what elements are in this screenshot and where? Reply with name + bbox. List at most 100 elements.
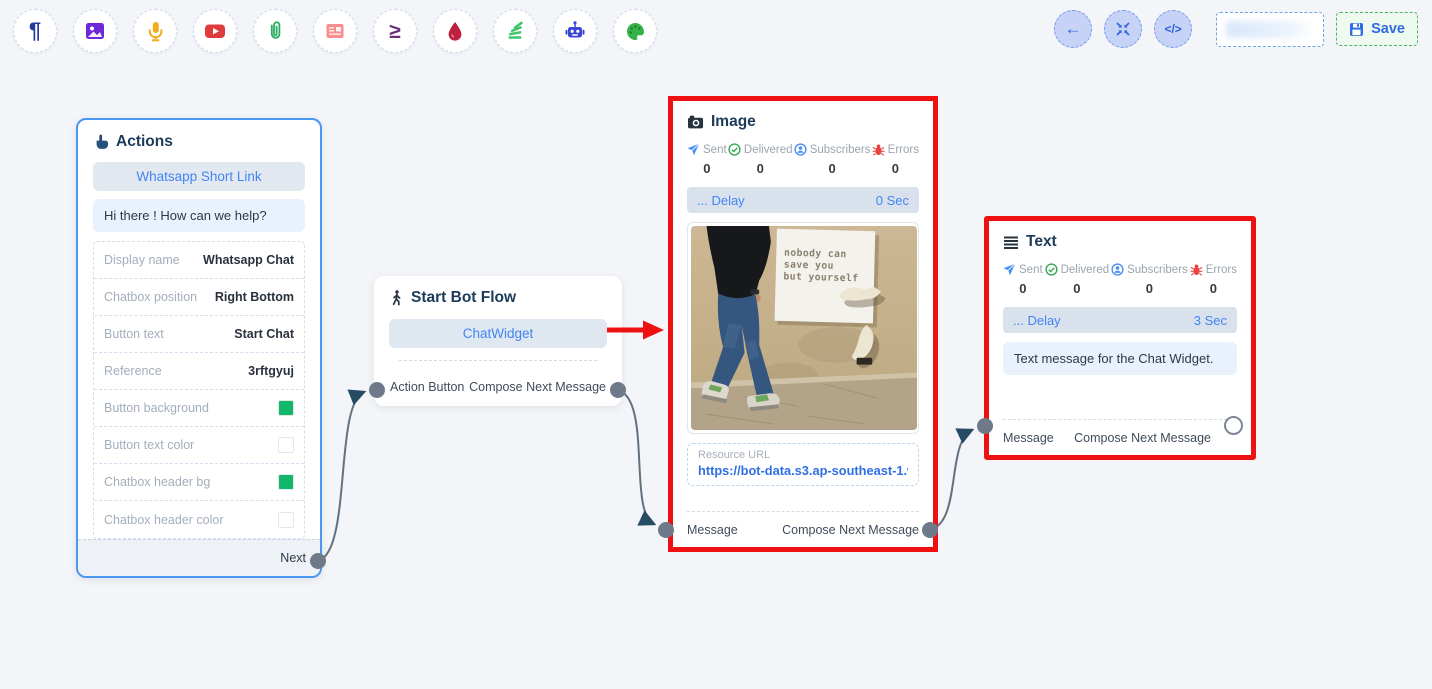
resource-url-label: Resource URL	[698, 449, 771, 461]
back-button[interactable]: ←	[1054, 10, 1093, 48]
color-swatch[interactable]	[278, 511, 294, 528]
divider	[399, 360, 597, 361]
bot-component-button[interactable]	[553, 9, 597, 53]
image-thumbnail[interactable]: nobody can save you but yourself	[687, 222, 919, 434]
svg-text:but yourself: but yourself	[783, 271, 858, 284]
image-icon	[86, 23, 104, 39]
field-button-background[interactable]: Button background	[94, 390, 304, 427]
image-node-stats: Sent 0 Delivered 0 Subscribers 0 Errors …	[687, 143, 919, 176]
stat-delivered: Delivered 0	[1044, 263, 1109, 296]
component-toolbar: ¶ ≥	[13, 9, 657, 53]
field-chatbox-header-color[interactable]: Chatbox header color	[94, 501, 304, 538]
camera-icon	[688, 115, 703, 129]
port-image-message[interactable]	[658, 522, 674, 538]
delay-value: 0 Sec	[875, 192, 909, 208]
theme-component-button[interactable]	[613, 9, 657, 53]
embed-code-button[interactable]: </>	[1154, 10, 1193, 48]
stat-sent: Sent 0	[1003, 263, 1043, 296]
text-component-button[interactable]: ¶	[13, 9, 57, 53]
video-component-button[interactable]	[193, 9, 237, 53]
flow-title-value	[1226, 20, 1315, 38]
card-component-button[interactable]	[313, 9, 357, 53]
actions-node-footer: Next	[78, 539, 320, 576]
port-start-action-button[interactable]	[369, 382, 385, 398]
stat-subscribers: Subscribers 0	[1111, 263, 1188, 296]
floppy-disk-icon	[1350, 22, 1364, 36]
text-node-title: Text	[1026, 233, 1057, 250]
port-start-compose-next-message[interactable]	[610, 382, 626, 398]
color-swatch[interactable]	[278, 400, 294, 416]
sequence-component-button[interactable]	[493, 9, 537, 53]
editor-controls: ← </> Save	[1054, 10, 1418, 48]
text-node[interactable]: Text Sent 0 Delivered 0 Subscribers 0 Er…	[989, 221, 1251, 455]
text-message-box[interactable]: Text message for the Chat Widget.	[1003, 342, 1237, 375]
text-node-stats: Sent 0 Delivered 0 Subscribers 0 Errors …	[1003, 263, 1237, 296]
port-actions-next[interactable]	[310, 553, 326, 569]
audio-component-button[interactable]	[133, 9, 177, 53]
color-swatch[interactable]	[278, 437, 294, 453]
actions-node-title: Actions	[116, 133, 173, 150]
whatsapp-short-link-button[interactable]: Whatsapp Short Link	[93, 162, 305, 191]
start-node-title: Start Bot Flow	[411, 289, 517, 306]
message-port-label: Message	[687, 522, 738, 537]
text-lines-icon	[1004, 236, 1018, 249]
image-node-header: Image	[687, 113, 919, 131]
text-delay-setting[interactable]: ... Delay 3 Sec	[1003, 307, 1237, 333]
errors-icon	[1190, 264, 1203, 276]
actions-node[interactable]: Actions Whatsapp Short Link Hi there ! H…	[76, 118, 322, 578]
stat-subscribers: Subscribers 0	[794, 143, 870, 176]
save-button[interactable]: Save	[1336, 12, 1418, 46]
youtube-icon	[205, 24, 225, 38]
hand-pointer-icon	[96, 134, 109, 149]
file-component-button[interactable]	[253, 9, 297, 53]
image-node-highlight-frame: Image Sent 0 Delivered 0 Subscribers 0 E…	[668, 96, 938, 552]
compose-next-message-port-label: Compose Next Message	[782, 522, 919, 537]
subscribers-icon	[794, 143, 807, 156]
subscribers-icon	[1111, 263, 1124, 276]
street-photo: nobody can save you but yourself	[691, 226, 917, 430]
field-reference[interactable]: Reference 3rftgyuj	[94, 353, 304, 390]
delay-label: ... Delay	[697, 192, 745, 208]
image-node[interactable]: Image Sent 0 Delivered 0 Subscribers 0 E…	[673, 101, 933, 547]
resource-url-value: https://bot-data.s3.ap-southeast-1.wasab…	[698, 463, 908, 478]
chatwidget-button[interactable]: ChatWidget	[389, 319, 607, 348]
back-arrow-icon: ←	[1064, 19, 1082, 38]
start-bot-flow-node[interactable]: Start Bot Flow ChatWidget Action Button …	[374, 276, 622, 406]
sent-icon	[687, 143, 700, 156]
fit-view-icon	[1116, 22, 1130, 36]
field-button-text-color[interactable]: Button text color	[94, 427, 304, 464]
droplet-icon	[448, 22, 462, 41]
action-button-port-label: Action Button	[390, 380, 465, 394]
port-text-compose-next-message[interactable]	[1224, 416, 1243, 435]
drip-component-button[interactable]	[433, 9, 477, 53]
field-chatbox-position[interactable]: Chatbox position Right Bottom	[94, 279, 304, 316]
errors-icon	[872, 144, 885, 156]
condition-component-button[interactable]: ≥	[373, 9, 417, 53]
field-display-name[interactable]: Display name Whatsapp Chat	[94, 242, 304, 279]
image-delay-setting[interactable]: ... Delay 0 Sec	[687, 187, 919, 213]
actions-settings-list: Display name Whatsapp Chat Chatbox posit…	[93, 241, 305, 539]
delay-label: ... Delay	[1013, 312, 1061, 328]
walking-person-icon	[392, 290, 401, 306]
delivered-icon	[728, 143, 741, 156]
resource-url-field[interactable]: Resource URL https://bot-data.s3.ap-sout…	[687, 443, 919, 486]
greeting-message-box[interactable]: Hi there ! How can we help?	[93, 199, 305, 232]
color-swatch[interactable]	[278, 474, 294, 490]
image-component-button[interactable]	[73, 9, 117, 53]
start-node-header: Start Bot Flow	[389, 289, 607, 307]
field-chatbox-header-bg[interactable]: Chatbox header bg	[94, 464, 304, 501]
fit-view-button[interactable]	[1104, 10, 1143, 48]
stat-sent: Sent 0	[687, 143, 727, 176]
stat-errors: Errors 0	[1190, 263, 1237, 296]
connection-next-to-action-button	[317, 389, 367, 562]
port-text-message[interactable]	[977, 418, 993, 434]
flow-canvas[interactable]: ¶ ≥ ← </> Save Actions Whatsapp Short Li…	[0, 0, 1432, 689]
image-node-title: Image	[711, 113, 756, 130]
flow-title-input[interactable]	[1216, 11, 1325, 47]
compose-next-message-port-label: Compose Next Message	[1074, 430, 1211, 445]
next-port-label: Next	[280, 551, 306, 565]
text-node-highlight-frame: Text Sent 0 Delivered 0 Subscribers 0 Er…	[984, 216, 1256, 460]
field-button-text[interactable]: Button text Start Chat	[94, 316, 304, 353]
card-icon	[326, 24, 344, 38]
port-image-compose-next-message[interactable]	[922, 522, 938, 538]
